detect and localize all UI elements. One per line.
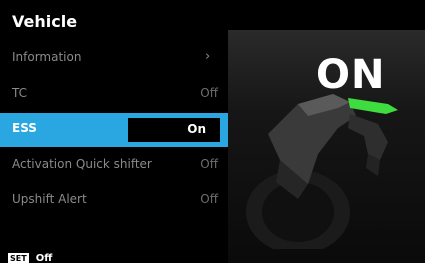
menu-item-information[interactable]: Information ›	[0, 42, 228, 76]
menu-item-upshift-alert[interactable]: Upshift Alert Off	[0, 184, 228, 218]
chevron-right-icon: ›	[205, 49, 211, 64]
menu-item-value: Off	[200, 86, 218, 100]
footer-status: Off	[35, 253, 53, 263]
menu-item-label: Activation Quick shifter	[12, 157, 152, 171]
footer-hint: SET Off	[8, 248, 52, 263]
ess-status-display: ON	[316, 52, 386, 98]
value-field[interactable]: On	[128, 118, 220, 142]
menu-item-value: Off	[200, 157, 218, 171]
menu-item-activation-quick-shifter[interactable]: Activation Quick shifter Off	[0, 149, 228, 183]
menu-item-label: Information	[12, 50, 82, 64]
menu-item-label: ESS	[12, 121, 37, 135]
menu-item-value: Off	[200, 192, 218, 206]
menu-item-tc[interactable]: TC Off	[0, 78, 228, 112]
menu-item-label: Upshift Alert	[12, 192, 87, 206]
menu-item-ess[interactable]: ESS On	[0, 113, 228, 147]
menu-item-value: On	[187, 122, 206, 136]
tail-light-indicator	[348, 98, 398, 114]
page-title: Vehicle	[12, 12, 78, 31]
dashboard-screen: Vehicle Information › TC Off ESS On Acti…	[0, 0, 425, 263]
menu-item-label: TC	[12, 86, 28, 100]
set-button-badge: SET	[8, 253, 29, 263]
